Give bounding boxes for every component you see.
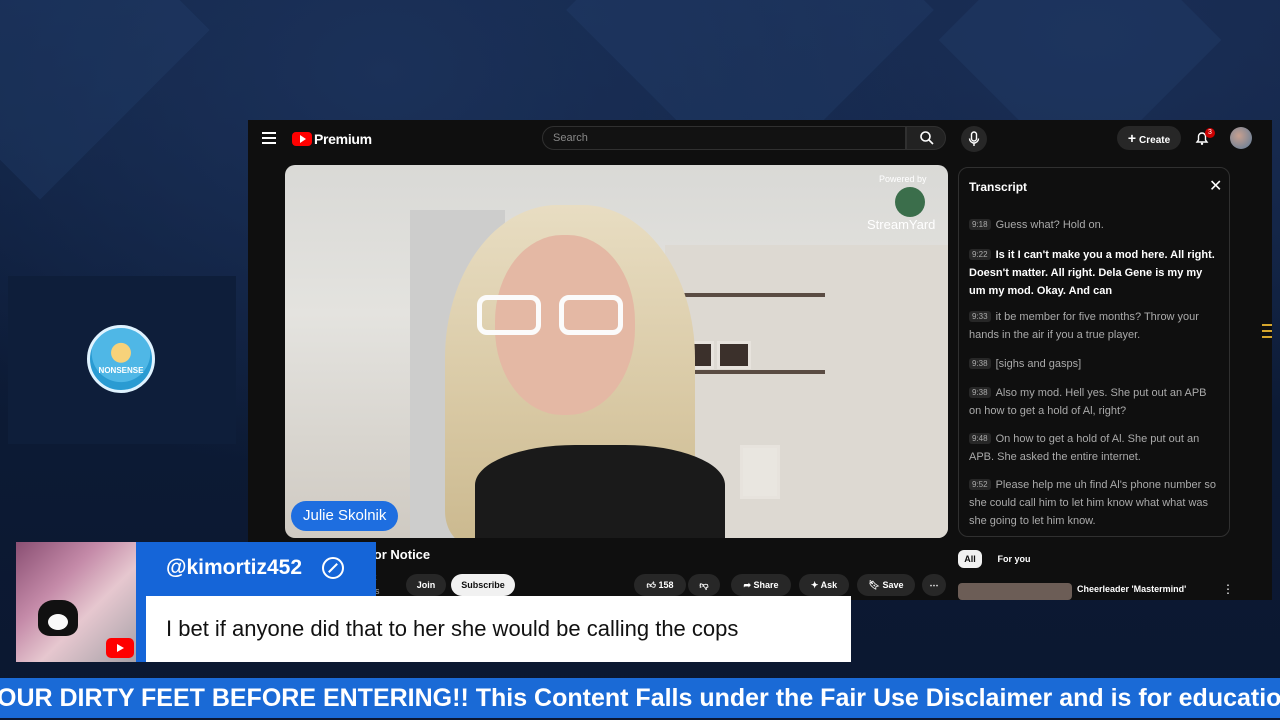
- video-picture-frame: [740, 445, 780, 499]
- transcript-text: On how to get a hold of Al. She put out …: [969, 433, 1200, 463]
- youtube-brand[interactable]: Premium: [314, 131, 372, 147]
- youtube-logo-icon[interactable]: [292, 132, 312, 146]
- more-vertical-icon[interactable]: ⋮: [1222, 582, 1234, 596]
- edge-accent: [1262, 330, 1272, 332]
- youtube-badge-icon: [106, 638, 134, 658]
- more-horizontal-icon: ⋯: [929, 580, 939, 590]
- thumbs-down-icon: 👎︎: [699, 580, 709, 590]
- youtube-topbar: Premium Search + Create 3: [248, 120, 1272, 158]
- transcript-timestamp[interactable]: 9:38: [969, 358, 991, 369]
- bookmark-icon: 🔖︎: [868, 580, 880, 590]
- transcript-timestamp[interactable]: 9:38: [969, 387, 991, 398]
- share-label: Share: [753, 580, 779, 590]
- search-icon: [920, 131, 934, 145]
- share-button[interactable]: ➦ Share: [731, 574, 791, 596]
- chat-message: I bet if anyone did that to her she woul…: [166, 616, 739, 641]
- transcript-timestamp[interactable]: 9:22: [969, 249, 991, 260]
- transcript-segment[interactable]: 9:22 Is it I can't make you a mod here. A…: [969, 246, 1221, 300]
- transcript-text: [sighs and gasps]: [995, 358, 1082, 370]
- share-icon: ➦: [743, 580, 751, 590]
- voice-search-button[interactable]: [961, 126, 987, 152]
- search-input[interactable]: Search: [542, 126, 906, 150]
- more-actions-button[interactable]: ⋯: [922, 574, 946, 596]
- transcript-text: it be member for five months? Throw your…: [969, 311, 1199, 341]
- transcript-text: Please help me uh find Al's phone number…: [969, 479, 1216, 527]
- close-icon[interactable]: ✕: [1209, 176, 1222, 196]
- transcript-segment[interactable]: 9:38 [sighs and gasps]: [969, 355, 1221, 373]
- thumbs-up-icon: 👍︎: [646, 580, 656, 590]
- recommended-thumbnail[interactable]: [958, 583, 1072, 600]
- join-button[interactable]: Join: [406, 574, 446, 596]
- create-button[interactable]: + Create: [1117, 126, 1181, 150]
- hamburger-menu-icon[interactable]: [262, 132, 276, 144]
- chat-message-accent: [136, 596, 146, 662]
- microphone-icon: [968, 131, 980, 146]
- transcript-text: Also my mod. Hell yes. She put out an AP…: [969, 387, 1207, 417]
- transcript-timestamp[interactable]: 9:33: [969, 311, 991, 322]
- blocked-icon: [322, 557, 344, 579]
- like-button[interactable]: 👍︎ 158: [634, 574, 686, 596]
- create-label: Create: [1139, 135, 1171, 146]
- search-button[interactable]: [906, 126, 946, 150]
- transcript-text: Guess what? Hold on.: [995, 219, 1104, 231]
- streamyard-logo-icon: [895, 187, 925, 217]
- chip-all[interactable]: All: [958, 550, 982, 568]
- transcript-panel: Transcript ✕ 9:18 Guess what? Hold on. 9:2…: [958, 167, 1230, 537]
- transcript-segment[interactable]: 9:18 Guess what? Hold on.: [969, 216, 1221, 234]
- recommended-title[interactable]: Cheerleader 'Mastermind': [1077, 584, 1186, 594]
- edge-accent: [1262, 324, 1272, 326]
- transcript-timestamp[interactable]: 9:48: [969, 433, 991, 444]
- save-button[interactable]: 🔖︎ Save: [857, 574, 915, 596]
- transcript-segment[interactable]: 9:52 Please help me uh find Al's phone nu…: [969, 476, 1221, 530]
- transcript-segment[interactable]: 9:38 Also my mod. Hell yes. She put out a…: [969, 384, 1221, 420]
- transcript-title: Transcript: [969, 180, 1028, 194]
- user-avatar[interactable]: [1230, 127, 1252, 149]
- transcript-text: Is it I can't make you a mod here. All r…: [969, 249, 1215, 297]
- youtube-window: Premium Search + Create 3 Julie Skolnik …: [248, 120, 1272, 600]
- transcript-timestamp[interactable]: 9:18: [969, 219, 991, 230]
- notification-count-badge: 3: [1205, 128, 1215, 138]
- video-picture-frame: [717, 341, 751, 369]
- speaker-name-tag: Julie Skolnik: [291, 501, 399, 531]
- chat-username: @kimortiz452: [166, 556, 303, 579]
- ask-label: Ask: [820, 580, 838, 590]
- dislike-button[interactable]: 👎︎: [688, 574, 720, 596]
- logo-text: NONSENSE: [98, 366, 144, 375]
- video-person-glasses: [477, 295, 627, 339]
- chip-for-you[interactable]: For you: [988, 550, 1040, 568]
- transcript-segment[interactable]: 9:48 On how to get a hold of Al. She put …: [969, 430, 1221, 466]
- save-label: Save: [882, 580, 904, 590]
- powered-by-label: Powered by: [879, 174, 927, 184]
- edge-accent: [1262, 336, 1272, 338]
- ask-button[interactable]: ✦ Ask: [799, 574, 849, 596]
- video-person-body: [475, 445, 725, 538]
- channel-logo: NONSENSE: [87, 325, 155, 393]
- like-count: 158: [658, 580, 674, 590]
- subscribe-button[interactable]: Subscribe: [451, 574, 515, 596]
- plus-icon: +: [1127, 130, 1137, 146]
- sparkle-icon: ✦: [810, 580, 819, 590]
- transcript-segment[interactable]: 9:33 it be member for five months? Throw …: [969, 308, 1221, 344]
- transcript-timestamp[interactable]: 9:52: [969, 479, 991, 490]
- ticker-text: OUR DIRTY FEET BEFORE ENTERING!! This Co…: [0, 684, 1280, 712]
- video-player[interactable]: Julie Skolnik Powered by StreamYard: [285, 165, 948, 538]
- video-shelf: [670, 293, 825, 297]
- viewer-cat: [38, 600, 78, 636]
- streamyard-label: StreamYard: [867, 217, 936, 232]
- scrolling-ticker: OUR DIRTY FEET BEFORE ENTERING!! This Co…: [0, 678, 1280, 718]
